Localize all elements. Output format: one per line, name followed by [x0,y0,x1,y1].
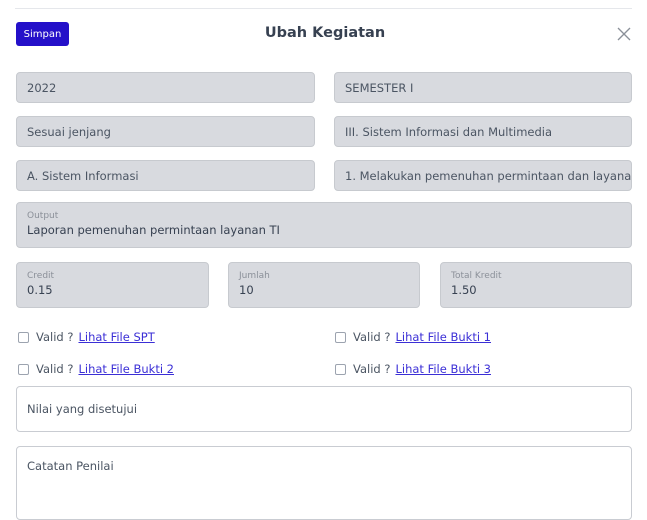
valid-bukti-2-label: Valid ? [36,362,74,376]
unsur-field[interactable]: III. Sistem Informasi dan Multimedia [334,116,632,147]
credit-field[interactable]: Credit 0.15 [16,262,209,308]
modal-title: Ubah Kegiatan [264,25,386,41]
save-button[interactable]: Simpan [16,22,69,46]
valid-spt-row: Valid ? Lihat File SPT [18,330,155,344]
valid-spt-label: Valid ? [36,330,74,344]
output-field[interactable]: Output Laporan pemenuhan permintaan laya… [16,202,632,248]
butir-field[interactable]: 1. Melakukan pemenuhan permintaan dan la… [334,160,632,191]
total-kredit-label: Total Kredit [451,271,502,281]
jumlah-label: Jumlah [239,271,270,281]
modal-header: Ubah Kegiatan Simpan [16,22,634,48]
semester-field[interactable]: SEMESTER I [334,72,632,103]
approved-score-input[interactable]: Nilai yang disetujui [16,386,632,432]
jumlah-field[interactable]: Jumlah 10 [228,262,420,308]
close-button[interactable] [614,22,634,46]
year-field[interactable]: 2022 [16,72,315,103]
sub-unsur-field[interactable]: A. Sistem Informasi [16,160,315,191]
assessor-notes-textarea[interactable]: Catatan Penilai [16,446,632,520]
credit-value: 0.15 [27,283,53,297]
jumlah-value: 10 [239,283,254,297]
valid-bukti-3-row: Valid ? Lihat File Bukti 3 [335,362,491,376]
view-bukti-3-link[interactable]: Lihat File Bukti 3 [395,362,491,376]
total-kredit-field[interactable]: Total Kredit 1.50 [440,262,632,308]
valid-bukti-2-checkbox[interactable] [18,363,29,375]
valid-bukti-1-checkbox[interactable] [335,331,346,343]
total-kredit-value: 1.50 [451,283,477,297]
valid-bukti-3-checkbox[interactable] [335,363,346,375]
view-bukti-2-link[interactable]: Lihat File Bukti 2 [78,362,174,376]
output-value: Laporan pemenuhan permintaan layanan TI [27,223,280,237]
view-bukti-1-link[interactable]: Lihat File Bukti 1 [395,330,491,344]
credit-label: Credit [27,271,55,281]
edit-activity-modal: Ubah Kegiatan Simpan 2022 SEMESTER I Ses… [0,0,647,520]
level-field[interactable]: Sesuai jenjang [16,116,315,147]
valid-bukti-3-label: Valid ? [353,362,391,376]
top-divider [15,8,632,9]
valid-bukti-1-label: Valid ? [353,330,391,344]
valid-bukti-1-row: Valid ? Lihat File Bukti 1 [335,330,491,344]
valid-spt-checkbox[interactable] [18,331,29,343]
view-spt-link[interactable]: Lihat File SPT [78,330,154,344]
output-label: Output [27,211,59,221]
valid-bukti-2-row: Valid ? Lihat File Bukti 2 [18,362,174,376]
close-icon [617,27,631,41]
